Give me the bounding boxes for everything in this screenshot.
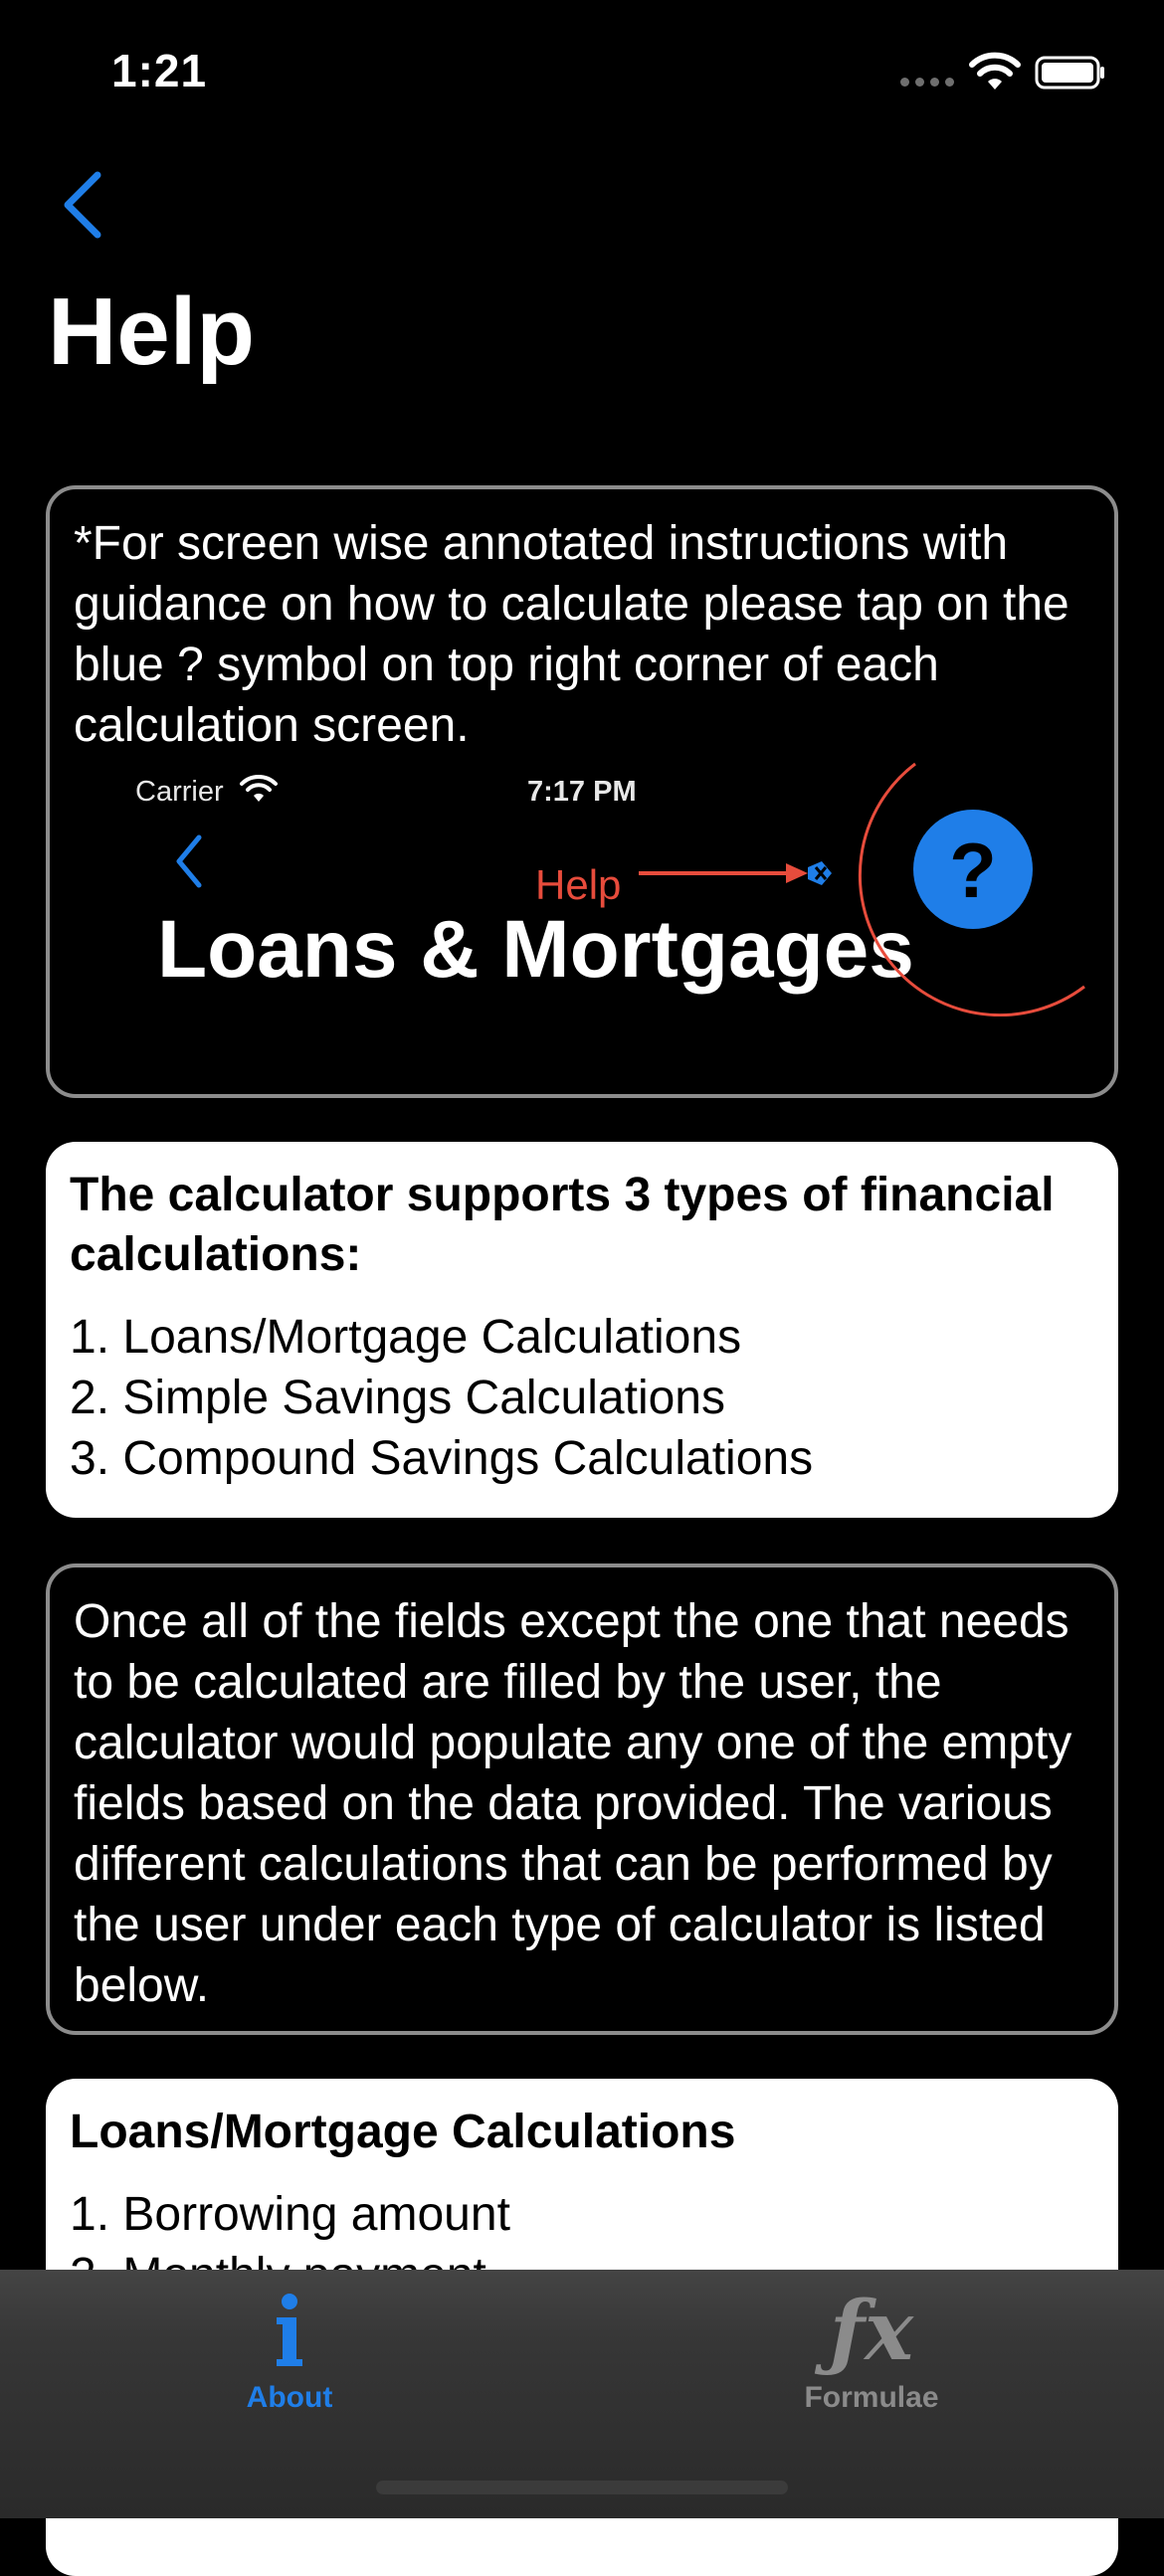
illustration-wifi-icon [240,774,278,802]
illustration-help-glyph: ? [949,827,997,914]
tab-bar: About ƒx Formulae [0,2270,1164,2518]
help-button-illustration: Carrier 7:17 PM Help Loans & Mortgages ? [50,758,1114,1096]
illustration-carrier: Carrier [135,776,224,808]
illustration-back-chevron-icon [176,834,202,888]
illustration-arrow-icon [639,861,832,885]
tab-formulae[interactable]: ƒx Formulae [722,2284,1021,2443]
battery-icon [1035,56,1104,90]
usage-info-card: Once all of the fields except the one th… [46,1564,1118,2035]
info-icon [277,2294,302,2366]
help-instructions-text: *For screen wise annotated instructions … [74,517,1069,752]
back-chevron-icon[interactable] [54,167,113,243]
illustration-help-label: Help [535,861,622,908]
illustration-screen-title: Loans & Mortgages [157,904,914,995]
function-fx-icon: ƒx [829,2284,914,2379]
loans-calculations-heading: Loans/Mortgage Calculations [70,2106,736,2158]
list-item: 1. Loans/Mortgage Calculations [70,1311,742,1364]
calculation-types-card: The calculator supports 3 types of finan… [46,1142,1118,1518]
usage-info-text: Once all of the fields except the one th… [74,1595,1072,2012]
calculation-types-heading: The calculator supports 3 types of finan… [70,1169,1055,1281]
illustration-help-button-icon: ? [858,762,1085,1016]
tab-formulae-label: Formulae [804,2381,939,2414]
home-indicator [376,2481,788,2494]
list-item: 3. Compound Savings Calculations [70,1432,814,1485]
page-title: Help [48,278,256,385]
illustration-time: 7:17 PM [527,776,637,808]
wifi-icon [969,52,1021,90]
calculation-types-list: 1. Loans/Mortgage Calculations 2. Simple… [70,1307,1094,1489]
help-instructions-card: *For screen wise annotated instructions … [46,485,1118,1098]
tab-about[interactable]: About [140,2284,439,2443]
signal-dots-icon [900,78,954,88]
list-item: 2. Simple Savings Calculations [70,1372,725,1424]
list-item: 1. Borrowing amount [70,2188,510,2241]
tab-about-label: About [246,2381,333,2414]
status-bar: 1:21 [0,0,1164,139]
status-time: 1:21 [111,45,208,96]
